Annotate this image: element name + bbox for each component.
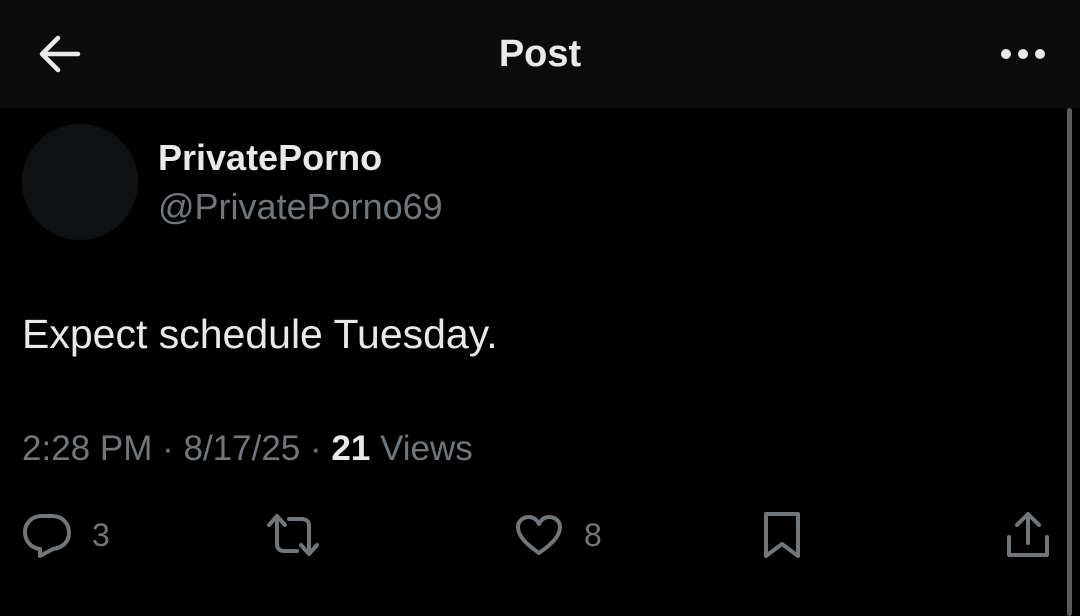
- repost-button[interactable]: [265, 508, 341, 562]
- post-text: Expect schedule Tuesday.: [22, 311, 498, 357]
- reply-count: 3: [92, 517, 110, 553]
- more-horizontal-icon: [999, 47, 1047, 61]
- like-button[interactable]: 8: [514, 508, 602, 562]
- heart-icon: [514, 513, 564, 557]
- meta-separator: ·: [162, 429, 174, 468]
- reply-button[interactable]: 3: [22, 508, 110, 562]
- display-name[interactable]: PrivatePorno: [158, 136, 382, 180]
- post-time[interactable]: 2:28 PM: [22, 429, 152, 468]
- user-handle[interactable]: @PrivatePorno69: [158, 185, 443, 229]
- post-meta: 2:28 PM · 8/17/25 · 21 Views: [22, 426, 473, 472]
- page-title: Post: [498, 33, 582, 75]
- top-bar: Post: [0, 0, 1080, 108]
- meta-separator: ·: [310, 429, 322, 468]
- repost-icon: [265, 512, 321, 558]
- post-date[interactable]: 8/17/25: [183, 429, 300, 468]
- avatar[interactable]: [22, 124, 138, 240]
- share-button[interactable]: [1004, 508, 1052, 562]
- reply-icon: [22, 512, 72, 558]
- like-count: 8: [584, 517, 602, 553]
- bookmark-button[interactable]: [760, 508, 804, 562]
- post-screen: Post PrivatePorno @PrivatePorno69 Expect…: [0, 0, 1080, 616]
- share-icon: [1004, 511, 1052, 559]
- bookmark-icon: [760, 510, 804, 560]
- views-count[interactable]: 21: [331, 429, 370, 468]
- views-label[interactable]: Views: [380, 429, 473, 468]
- action-bar: 3 8: [0, 500, 1080, 570]
- more-options-button[interactable]: [994, 30, 1052, 78]
